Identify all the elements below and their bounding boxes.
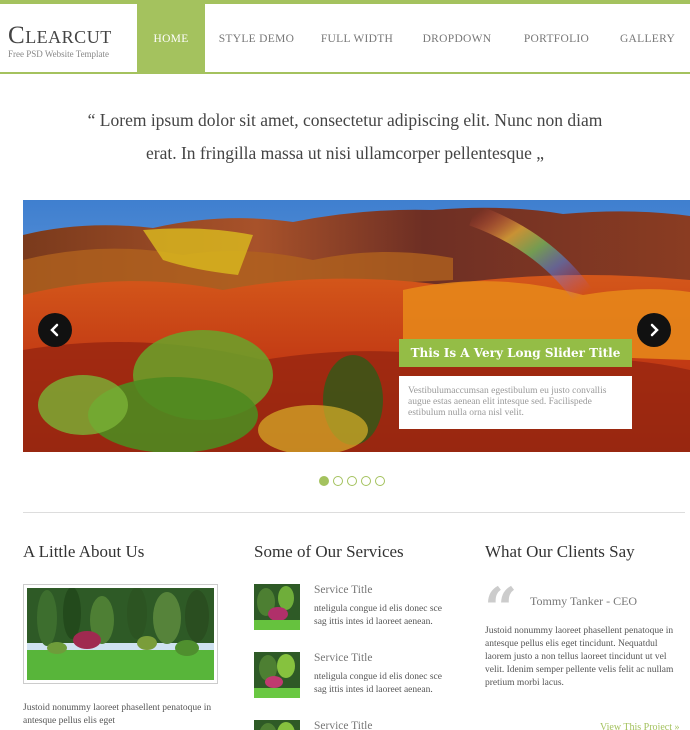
- service-thumbnail: [254, 652, 300, 698]
- slider-dot-2[interactable]: [333, 476, 343, 486]
- site-header: CLEARCUT Free PSD Website Template HOME …: [0, 4, 690, 74]
- slider-prev-button[interactable]: [38, 313, 72, 347]
- nav-item-portfolio[interactable]: PORTFOLIO: [508, 4, 605, 74]
- slider-pagination: [319, 476, 385, 486]
- logo-title: CLEARCUT: [8, 22, 112, 49]
- service-thumbnail: [254, 720, 300, 730]
- image-slider[interactable]: This Is A Very Long Slider Title Vestibu…: [23, 200, 690, 452]
- service-text: nteligula congue id elis donec sce sag i…: [314, 604, 442, 627]
- chevron-right-icon: [650, 323, 659, 337]
- slider-dot-4[interactable]: [361, 476, 371, 486]
- slider-dot-1[interactable]: [319, 476, 329, 486]
- nav-item-style-demo[interactable]: STYLE DEMO: [205, 4, 308, 74]
- slider-next-button[interactable]: [637, 313, 671, 347]
- nav-item-dropdown[interactable]: DROPDOWN: [406, 4, 508, 74]
- service-text: nteligula congue id elis donec sce sag i…: [314, 672, 442, 695]
- service-title[interactable]: Service Title: [314, 652, 372, 664]
- service-title[interactable]: Service Title: [314, 584, 372, 596]
- nav-item-home[interactable]: HOME: [137, 4, 205, 74]
- intro-quote-line-1: “ Lorem ipsum dolor sit amet, consectetu…: [87, 110, 603, 130]
- slider-title: This Is A Very Long Slider Title: [399, 339, 632, 367]
- service-title[interactable]: Service Title: [314, 720, 372, 730]
- slider-dot-3[interactable]: [347, 476, 357, 486]
- services-heading: Some of Our Services: [254, 542, 404, 561]
- nav-item-gallery[interactable]: GALLERY: [605, 4, 690, 74]
- site-logo[interactable]: CLEARCUT Free PSD Website Template: [8, 22, 112, 59]
- service-thumbnail: [254, 584, 300, 630]
- about-image: [23, 584, 218, 684]
- intro-quote: “ Lorem ipsum dolor sit amet, consectetu…: [40, 104, 650, 170]
- logo-tagline: Free PSD Website Template: [8, 49, 110, 59]
- slider-dot-5[interactable]: [375, 476, 385, 486]
- section-divider: [23, 512, 685, 513]
- about-text: Justoid nonummy laoreet phasellent penat…: [23, 703, 212, 726]
- main-nav: HOME STYLE DEMO FULL WIDTH DROPDOWN PORT…: [137, 4, 690, 74]
- testimonial-text: Justoid nonummy laoreet phasellent penat…: [485, 626, 674, 688]
- intro-quote-line-2: erat. In fringilla massa ut nisi ullamco…: [146, 143, 544, 163]
- client-name: Tommy Tanker - CEO: [530, 594, 638, 608]
- nav-item-full-width[interactable]: FULL WIDTH: [308, 4, 406, 74]
- slider-caption: Vestibulumaccumsan egestibulum eu justo …: [399, 376, 632, 429]
- chevron-left-icon: [50, 323, 59, 337]
- testimonials-heading: What Our Clients Say: [485, 542, 635, 561]
- about-heading: A Little About Us: [23, 542, 145, 561]
- view-project-link[interactable]: View This Project »: [600, 722, 679, 730]
